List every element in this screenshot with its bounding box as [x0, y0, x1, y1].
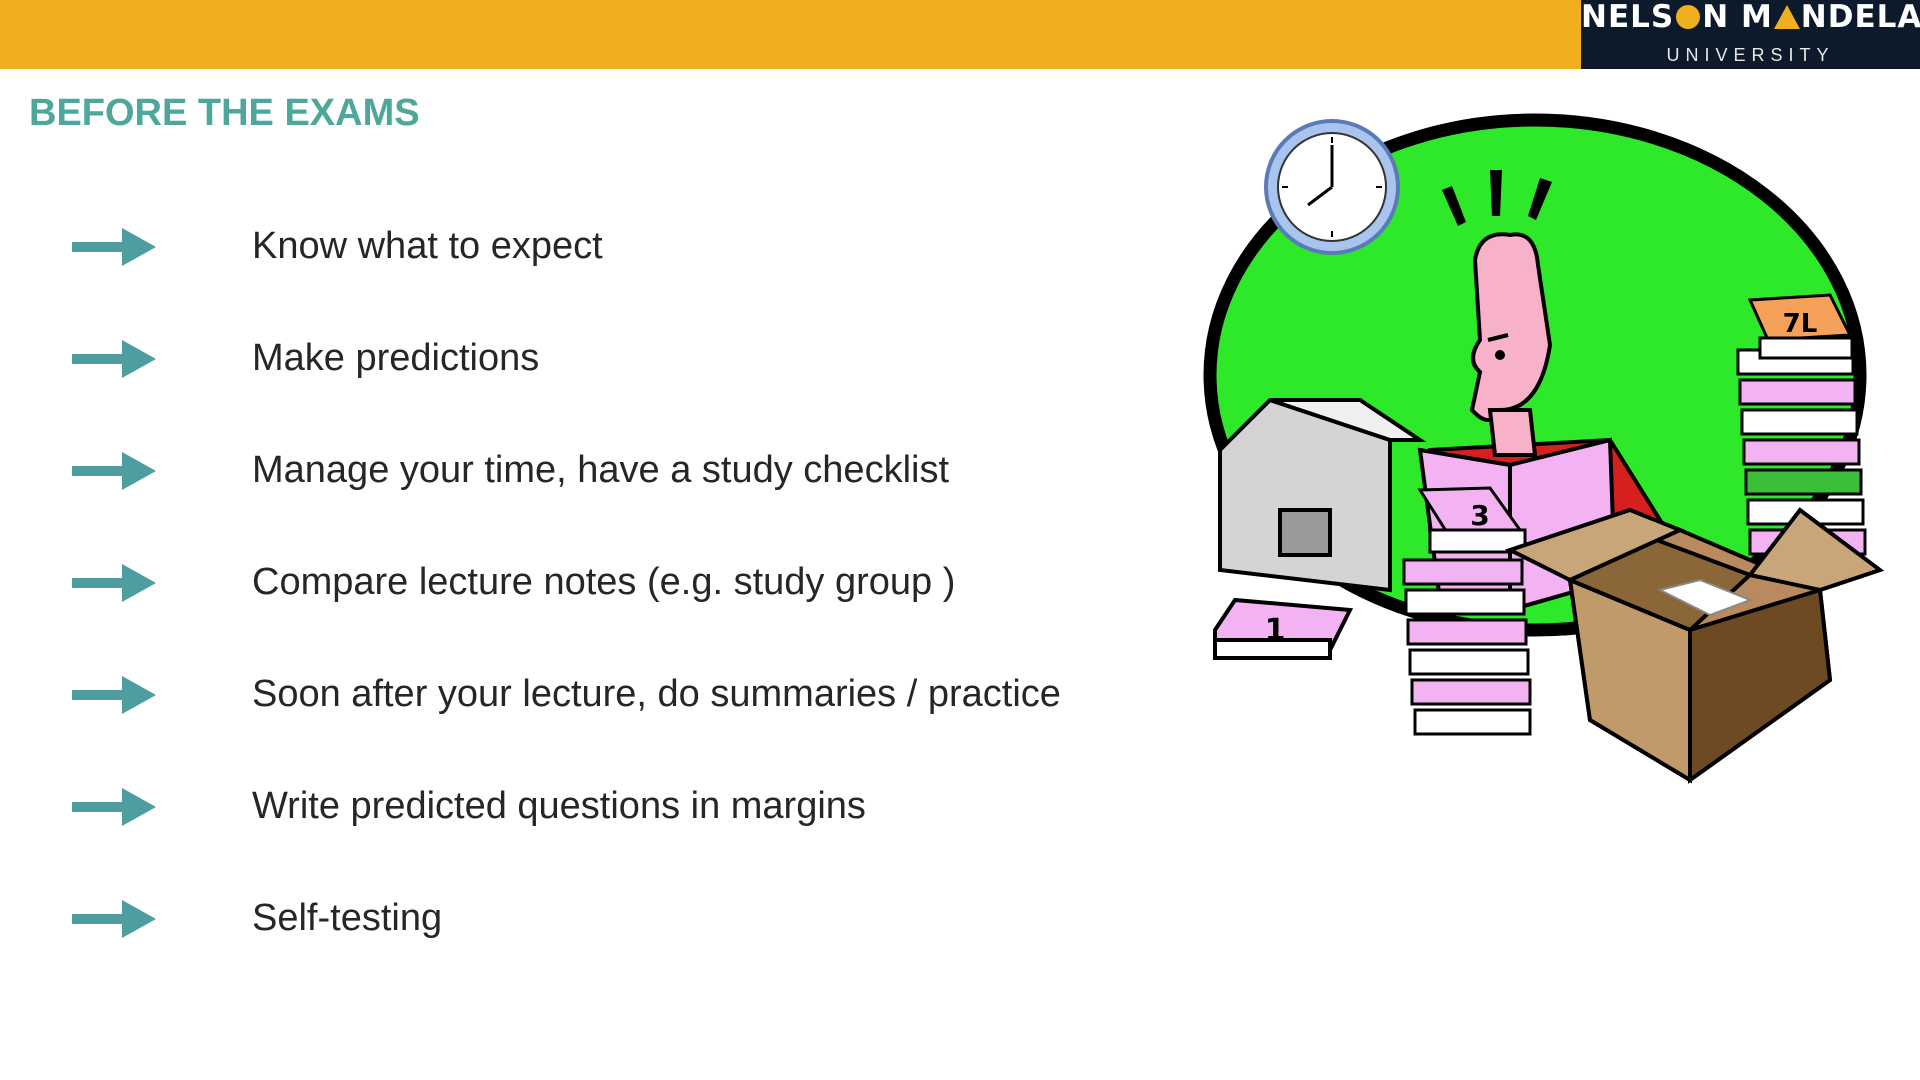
bullet-text: Manage your time, have a study checklist	[252, 449, 950, 491]
bullet-item: Manage your time, have a study checklist	[72, 442, 1061, 554]
bullet-item: Know what to expect	[72, 218, 1061, 330]
bullet-text: Compare lecture notes (e.g. study group …	[252, 561, 956, 603]
bullet-text: Self-testing	[252, 897, 443, 939]
bullet-item: Soon after your lecture, do summaries / …	[72, 666, 1061, 778]
bullet-item: Self-testing	[72, 890, 1061, 1002]
slide-title: BEFORE THE EXAMS	[29, 92, 420, 134]
arrow-right-icon	[72, 228, 156, 266]
cardboard-box-icon	[1504, 507, 1885, 784]
bullet-list: Know what to expect Make predictions Man…	[72, 218, 1061, 1002]
arrow-right-icon	[72, 564, 156, 602]
bullet-text: Make predictions	[252, 337, 540, 379]
arrow-right-icon	[72, 900, 156, 938]
book-label: 1	[1265, 613, 1286, 648]
book-label: 7L	[1783, 309, 1818, 339]
arrow-right-icon	[72, 452, 156, 490]
arrow-right-icon	[72, 340, 156, 378]
logo-wordmark: NELS N M NDELA	[1581, 0, 1920, 35]
bullet-text: Write predicted questions in margins	[252, 785, 866, 827]
clock-icon	[1264, 119, 1400, 255]
arrow-right-icon	[72, 788, 156, 826]
bullet-text: Soon after your lecture, do summaries / …	[252, 673, 1061, 715]
logo-sun-icon	[1676, 5, 1701, 29]
bullet-item: Write predicted questions in margins	[72, 778, 1061, 890]
stressed-student-illustration: 1 3 7L	[1203, 113, 1885, 784]
bullet-item: Compare lecture notes (e.g. study group …	[72, 554, 1061, 666]
book-label: 3	[1470, 499, 1489, 532]
university-logo: NELS N M NDELA UNIVERSITY	[1581, 0, 1920, 69]
bullet-item: Make predictions	[72, 330, 1061, 442]
arrow-right-icon	[72, 676, 156, 714]
book-stack-left: 1	[1213, 597, 1354, 660]
bullet-text: Know what to expect	[252, 225, 603, 267]
logo-triangle-icon	[1773, 5, 1800, 29]
logo-subtitle: UNIVERSITY	[1666, 45, 1835, 65]
computer-icon	[1218, 397, 1427, 593]
